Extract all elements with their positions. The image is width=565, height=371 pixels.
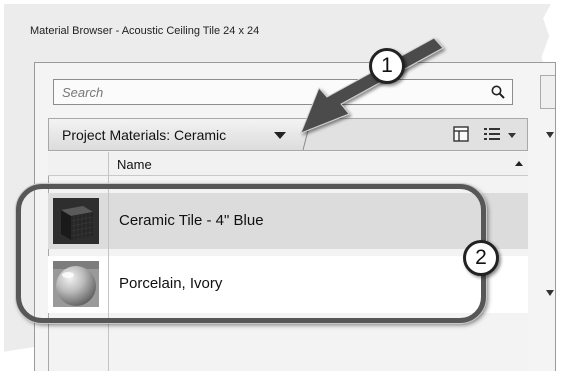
view-options-caret-icon[interactable] <box>508 133 516 138</box>
list-view-icon[interactable] <box>483 126 501 142</box>
adjacent-panel-edge <box>540 75 555 109</box>
library-dropdown-label: Project Materials: Ceramic <box>62 127 227 143</box>
caret-down-icon <box>274 132 286 139</box>
side-panel-caret-icon-lower[interactable] <box>546 290 554 296</box>
screenshot-stage: Material Browser - Acoustic Ceiling Tile… <box>0 0 565 371</box>
list-header[interactable]: Name <box>48 152 528 176</box>
search-icon[interactable] <box>490 84 506 100</box>
callout-highlight-oval <box>16 184 486 323</box>
layout-icon[interactable] <box>453 126 469 142</box>
sort-ascending-icon[interactable] <box>515 161 523 166</box>
search-input[interactable]: Search <box>53 79 513 105</box>
callout-number-1: 1 <box>369 48 405 84</box>
callout-number-2: 2 <box>463 240 499 276</box>
library-dropdown[interactable]: Project Materials: Ceramic <box>49 119 311 150</box>
side-panel-caret-icon[interactable] <box>546 132 554 138</box>
search-placeholder: Search <box>62 85 104 100</box>
window-title: Material Browser - Acoustic Ceiling Tile… <box>30 25 260 37</box>
dropdown-edge <box>302 119 312 150</box>
column-header-name[interactable]: Name <box>117 157 152 172</box>
